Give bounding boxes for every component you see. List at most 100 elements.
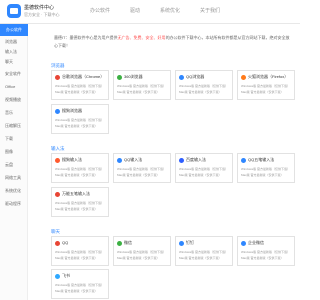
sidebar-item-video[interactable]: 视频播放 <box>5 97 21 103</box>
nav-item-optimize[interactable]: 系统优化 <box>160 7 180 14</box>
wanneng-wubi-icon <box>55 192 60 197</box>
windows-download-link[interactable]: Windows版 官方最新版（仅供下载） <box>117 84 166 88</box>
sidebar-item-chat[interactable]: 聊天 <box>5 59 13 65</box>
app-card[interactable]: 谷歌浏览器（Chrome） Windows版 官方最新版（仅供下载） Mac版 … <box>51 70 109 100</box>
app-name[interactable]: 微信 <box>124 240 132 246</box>
sidebar-item-image[interactable]: 图像 <box>5 149 13 155</box>
section-title-browser: 浏览器 <box>51 63 65 68</box>
windows-download-link[interactable]: Windows版 官方最新版（仅供下载） <box>55 118 104 122</box>
windows-download-link[interactable]: Windows版 官方最新版（仅供下载） <box>55 250 104 254</box>
sidebar-item-input[interactable]: 输入法 <box>5 49 17 55</box>
app-card[interactable]: QQ浏览器 Windows版 官方最新版（仅供下载） Mac版 官方最新版（仅供… <box>175 70 233 100</box>
app-card[interactable]: 飞书 Windows版 官方最新版（仅供下载） Mac版 官方最新版（仅供下载） <box>51 269 109 299</box>
mac-download-link[interactable]: Mac版 官方最新版（仅供下载） <box>117 90 160 94</box>
app-card[interactable]: 钉钉 Windows版 官方最新版（仅供下载） Mac版 官方最新版（仅供下载） <box>175 236 233 266</box>
mac-download-link[interactable]: Mac版 官方最新版（仅供下载） <box>55 256 98 260</box>
wecom-icon <box>241 241 246 246</box>
app-card[interactable]: QQ五笔输入法 Windows版 官方最新版（仅供下载） Mac版 官方最新版（… <box>237 153 295 183</box>
app-card[interactable]: 搜狗输入法 Windows版 官方最新版（仅供下载） Mac版 官方最新版（仅供… <box>51 153 109 183</box>
app-card[interactable]: QQ输入法 Windows版 官方最新版（仅供下载） Mac版 官方最新版（仅供… <box>113 153 171 183</box>
app-name[interactable]: QQ五笔输入法 <box>248 157 274 163</box>
windows-download-link[interactable]: Windows版 官方最新版（仅供下载） <box>241 167 290 171</box>
windows-download-link[interactable]: Windows版 官方最新版（仅供下载） <box>241 84 290 88</box>
windows-download-link[interactable]: Windows版 官方最新版（仅供下载） <box>179 167 228 171</box>
sidebar-item-system[interactable]: 系统优化 <box>5 188 21 194</box>
windows-download-link[interactable]: Windows版 官方最新版（仅供下载） <box>55 84 104 88</box>
sidebar-item-office[interactable]: Office <box>5 84 15 89</box>
mac-download-link[interactable]: Mac版 官方最新版（仅供下载） <box>241 256 284 260</box>
sidebar-item-security[interactable]: 安全软件 <box>5 71 21 77</box>
app-name[interactable]: 百度输入法 <box>186 157 206 163</box>
sidebar-item-browser[interactable]: 浏览器 <box>5 39 17 45</box>
sogou-input-icon <box>55 158 60 163</box>
sidebar-item-active[interactable]: 办公软件 <box>0 24 28 36</box>
app-card[interactable]: QQ Windows版 官方最新版（仅供下载） Mac版 官方最新版（仅供下载） <box>51 236 109 266</box>
mac-download-link[interactable]: Mac版 官方最新版（仅供下载） <box>241 90 284 94</box>
app-card[interactable]: 企业微信 Windows版 官方最新版（仅供下载） Mac版 官方最新版（仅供下… <box>237 236 295 266</box>
intro-part1: 墨德IT：墨德软件中心是为用户提供 <box>54 35 118 40</box>
windows-download-link[interactable]: Windows版 官方最新版（仅供下载） <box>55 283 104 287</box>
mac-download-link[interactable]: Mac版 官方最新版（仅供下载） <box>179 256 222 260</box>
nav-item-driver[interactable]: 驱动 <box>130 7 140 14</box>
app-card[interactable]: 万能五笔输入法 Windows版 官方最新版（仅供下载） Mac版 官方最新版（… <box>51 187 109 217</box>
section-title-input: 输入法 <box>51 146 65 151</box>
browser-360-icon <box>117 75 122 80</box>
qq-browser-icon <box>179 75 184 80</box>
mac-download-link[interactable]: Mac版 官方最新版（仅供下载） <box>55 289 98 293</box>
mac-download-link[interactable]: Mac版 官方最新版（仅供下载） <box>55 173 98 177</box>
nav-item-office[interactable]: 办公软件 <box>90 7 110 14</box>
top-header: 墨德软件中心 官方安全 · 下载中心 办公软件 驱动 系统优化 关于我们 <box>0 0 300 24</box>
windows-download-link[interactable]: Windows版 官方最新版（仅供下载） <box>55 167 104 171</box>
mac-download-link[interactable]: Mac版 官方最新版（仅供下载） <box>241 173 284 177</box>
dingtalk-icon <box>179 241 184 246</box>
app-name[interactable]: 钉钉 <box>186 240 194 246</box>
app-name[interactable]: 搜狗浏览器 <box>62 108 82 114</box>
mac-download-link[interactable]: Mac版 官方最新版（仅供下载） <box>55 90 98 94</box>
app-name[interactable]: 飞书 <box>62 273 70 279</box>
app-card[interactable]: 火狐浏览器（Firefox） Windows版 官方最新版（仅供下载） Mac版… <box>237 70 295 100</box>
windows-download-link[interactable]: Windows版 官方最新版（仅供下载） <box>179 84 228 88</box>
mac-download-link[interactable]: Mac版 官方最新版（仅供下载） <box>179 173 222 177</box>
mac-download-link[interactable]: Mac版 官方最新版（仅供下载） <box>179 90 222 94</box>
app-card[interactable]: 微信 Windows版 官方最新版（仅供下载） Mac版 官方最新版（仅供下载） <box>113 236 171 266</box>
sidebar-item-archive[interactable]: 压缩解压 <box>5 123 21 129</box>
qq-input-icon <box>117 158 122 163</box>
windows-download-link[interactable]: Windows版 官方最新版（仅供下载） <box>117 167 166 171</box>
brand-subtitle: 官方安全 · 下载中心 <box>24 12 60 17</box>
windows-download-link[interactable]: Windows版 官方最新版（仅供下载） <box>55 201 104 205</box>
intro-text: 墨德IT：墨德软件中心是为用户提供无广告、免费、安全、好用的办公软件下载中心，本… <box>54 34 292 50</box>
app-name[interactable]: 企业微信 <box>248 240 264 246</box>
windows-download-link[interactable]: Windows版 官方最新版（仅供下载） <box>117 250 166 254</box>
feishu-icon <box>55 274 60 279</box>
intro-highlight: 无广告、免费、安全、好用 <box>117 35 166 40</box>
windows-download-link[interactable]: Windows版 官方最新版（仅供下载） <box>179 250 228 254</box>
sidebar-item-driver[interactable]: 驱动程序 <box>5 201 21 207</box>
app-card[interactable]: 搜狗浏览器 Windows版 官方最新版（仅供下载） Mac版 官方最新版（仅供… <box>51 104 109 134</box>
brand-name[interactable]: 墨德软件中心 <box>24 4 54 11</box>
mac-download-link[interactable]: Mac版 官方最新版（仅供下载） <box>117 256 160 260</box>
chrome-icon <box>55 75 60 80</box>
qq-wubi-icon <box>241 158 246 163</box>
windows-download-link[interactable]: Windows版 官方最新版（仅供下载） <box>241 250 290 254</box>
sidebar-item-cloud[interactable]: 云盘 <box>5 162 13 168</box>
app-name[interactable]: QQ <box>62 240 68 245</box>
app-name[interactable]: 万能五笔输入法 <box>62 191 90 197</box>
sogou-browser-icon <box>55 109 60 114</box>
logo-icon[interactable] <box>7 4 21 18</box>
app-name[interactable]: 火狐浏览器（Firefox） <box>248 74 288 80</box>
nav-item-about[interactable]: 关于我们 <box>200 7 220 14</box>
app-name[interactable]: 谷歌浏览器（Chrome） <box>62 74 104 80</box>
sidebar-item-network[interactable]: 网络工具 <box>5 175 21 181</box>
app-name[interactable]: 搜狗输入法 <box>62 157 82 163</box>
sidebar-item-music[interactable]: 音乐 <box>5 110 13 116</box>
app-card[interactable]: 百度输入法 Windows版 官方最新版（仅供下载） Mac版 官方最新版（仅供… <box>175 153 233 183</box>
app-name[interactable]: QQ浏览器 <box>186 74 204 80</box>
mac-download-link[interactable]: Mac版 官方最新版（仅供下载） <box>55 124 98 128</box>
section-title-chat: 聊天 <box>51 229 60 234</box>
mac-download-link[interactable]: Mac版 官方最新版（仅供下载） <box>55 207 98 211</box>
app-name[interactable]: 360浏览器 <box>124 74 143 80</box>
mac-download-link[interactable]: Mac版 官方最新版（仅供下载） <box>117 173 160 177</box>
app-card[interactable]: 360浏览器 Windows版 官方最新版（仅供下载） Mac版 官方最新版（仅… <box>113 70 171 100</box>
sidebar-item-download[interactable]: 下载 <box>5 136 13 142</box>
app-name[interactable]: QQ输入法 <box>124 157 142 163</box>
